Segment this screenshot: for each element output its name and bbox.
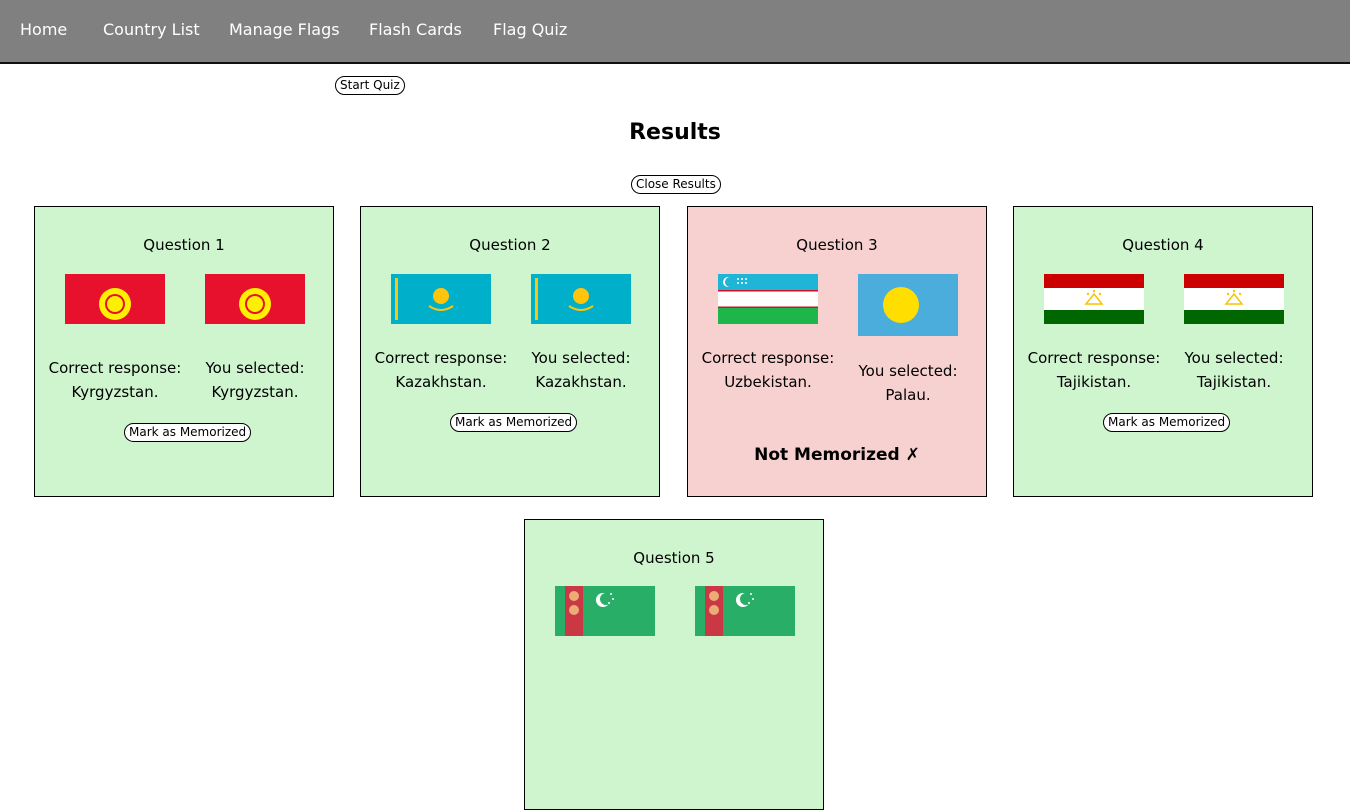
nav-flag-quiz[interactable]: Flag Quiz <box>493 20 567 39</box>
correct-response: Correct response: Uzbekistan. <box>701 349 835 391</box>
nav-country-list[interactable]: Country List <box>103 20 200 39</box>
selected-response: You selected: Palau. <box>858 362 958 404</box>
start-quiz-button[interactable]: Start Quiz <box>335 76 405 95</box>
uzbekistan-flag-correct <box>718 274 818 324</box>
question-title: Question 3 <box>796 236 878 254</box>
tajikistan-flag-correct <box>1044 274 1144 324</box>
results-title: Results <box>629 120 721 145</box>
selected-response: You selected: Kyrgyzstan. <box>205 359 305 401</box>
question-title: Question 5 <box>633 549 715 567</box>
nav-manage-flags[interactable]: Manage Flags <box>229 20 340 39</box>
selected-response: You selected: Tajikistan. <box>1184 349 1284 391</box>
correct-response: Correct response: Kyrgyzstan. <box>48 359 182 401</box>
close-results-button[interactable]: Close Results <box>631 175 721 194</box>
kyrgyzstan-flag-correct <box>65 274 165 324</box>
not-memorized-status: Not Memorized ✗ <box>754 445 920 465</box>
turkmenistan-flag-correct <box>555 586 655 636</box>
kazakhstan-flag-correct <box>391 274 491 324</box>
question-card-1: Question 1 Correct response: Kyrgyzstan.… <box>34 206 334 497</box>
question-card-5: Question 5 <box>524 519 824 810</box>
turkmenistan-flag-selected <box>695 586 795 636</box>
kyrgyzstan-flag-selected <box>205 274 305 324</box>
correct-response: Correct response: Kazakhstan. <box>374 349 508 391</box>
selected-response: You selected: Kazakhstan. <box>531 349 631 391</box>
tajikistan-flag-selected <box>1184 274 1284 324</box>
question-title: Question 1 <box>143 236 225 254</box>
nav-flash-cards[interactable]: Flash Cards <box>369 20 462 39</box>
mark-as-memorized-button[interactable]: Mark as Memorized <box>124 423 252 442</box>
question-title: Question 2 <box>469 236 551 254</box>
palau-flag-selected <box>858 274 958 336</box>
mark-as-memorized-button[interactable]: Mark as Memorized <box>1103 413 1231 432</box>
question-title: Question 4 <box>1122 236 1204 254</box>
mark-as-memorized-button[interactable]: Mark as Memorized <box>450 413 578 432</box>
question-card-2: Question 2 Correct response: Kazakhstan.… <box>360 206 660 497</box>
correct-response: Correct response: Tajikistan. <box>1027 349 1161 391</box>
question-card-3: Question 3 Correct response: Uzbekistan.… <box>687 206 987 497</box>
nav-home[interactable]: Home <box>20 20 67 39</box>
kazakhstan-flag-selected <box>531 274 631 324</box>
question-card-4: Question 4 Correct response: Tajikistan.… <box>1013 206 1313 497</box>
top-navbar: Home Country List Manage Flags Flash Car… <box>0 0 1350 64</box>
